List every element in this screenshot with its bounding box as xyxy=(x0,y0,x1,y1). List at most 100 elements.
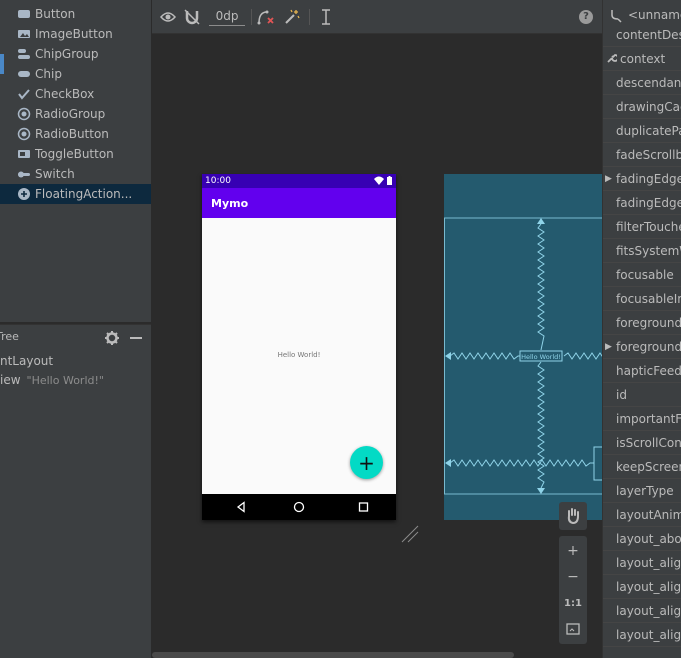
attribute-name: focusableInT xyxy=(616,292,681,306)
tree-row-detail: "Hello World!" xyxy=(26,374,104,387)
palette-item-label: ImageButton xyxy=(35,27,113,41)
attribute-row[interactable]: ▶ fadingEdge xyxy=(603,167,681,191)
palette-item-label: CheckBox xyxy=(35,87,95,101)
blueprint-preview[interactable]: Hello World! xyxy=(444,174,602,520)
button-icon xyxy=(17,7,31,21)
attribute-row[interactable]: foreground xyxy=(603,311,681,335)
attributes-panel: <unnamed> contentDesc context descendantF d… xyxy=(602,0,681,658)
palette-panel: Button ImageButton ChipGroup Chip CheckB… xyxy=(0,0,152,322)
help-icon[interactable]: ? xyxy=(579,10,593,24)
app-bar: Mymo xyxy=(202,188,396,218)
toggle-button-icon xyxy=(17,147,31,161)
attribute-row[interactable]: focusable xyxy=(603,263,681,287)
magnet-off-icon[interactable] xyxy=(183,8,201,26)
attribute-row[interactable]: isScrollCont xyxy=(603,431,681,455)
attribute-row[interactable]: layoutAnima xyxy=(603,503,681,527)
zoom-out-button[interactable]: − xyxy=(559,564,587,590)
attribute-row[interactable]: fadeScrollba xyxy=(603,143,681,167)
minimize-icon[interactable] xyxy=(130,337,142,339)
switch-icon xyxy=(17,167,31,181)
attribute-row[interactable]: layout_abov xyxy=(603,527,681,551)
design-preview[interactable]: 10:00 Mymo Hello World! + xyxy=(202,174,396,520)
palette-item-chip[interactable]: Chip xyxy=(0,64,152,84)
horizontal-scrollbar[interactable] xyxy=(152,652,514,658)
palette-item-radiobutton[interactable]: RadioButton xyxy=(0,124,152,144)
toolbar-separator xyxy=(251,9,252,25)
zoom-in-button[interactable]: + xyxy=(559,538,587,564)
zoom-controls: + − 1:1 xyxy=(559,536,587,644)
attribute-name: layout_align xyxy=(616,628,681,642)
attribute-name: layout_align xyxy=(616,556,681,570)
attribute-row[interactable]: ▶ foregroundC xyxy=(603,335,681,359)
attribute-row[interactable]: context xyxy=(603,47,681,71)
toolbar-separator xyxy=(309,9,310,25)
clear-constraints-icon[interactable] xyxy=(257,8,275,26)
tree-row-label: iew xyxy=(0,373,21,387)
attribute-row[interactable]: keepScreenO xyxy=(603,455,681,479)
design-surface[interactable]: 0dp ? 10:00 Mymo Hello World! + Hello Wo… xyxy=(152,0,602,658)
tree-row-textview[interactable]: iew "Hello World!" xyxy=(0,373,104,391)
attribute-row[interactable]: layout_align xyxy=(603,575,681,599)
expand-arrow-icon[interactable]: ▶ xyxy=(605,335,612,358)
palette-item-label: FloatingAction... xyxy=(35,187,133,201)
attribute-row[interactable]: contentDesc xyxy=(603,23,681,47)
magic-wand-icon[interactable] xyxy=(283,8,301,26)
hello-world-textview[interactable]: Hello World! xyxy=(202,351,396,359)
attribute-name: layout_align xyxy=(616,580,681,594)
design-toolbar: 0dp ? xyxy=(152,0,602,34)
actual-size-button[interactable]: 1:1 xyxy=(559,590,587,616)
palette-item-label: Switch xyxy=(35,167,75,181)
pan-hand-icon[interactable] xyxy=(559,502,587,530)
image-button-icon xyxy=(17,27,31,41)
palette-item-chipgroup[interactable]: ChipGroup xyxy=(0,44,152,64)
attribute-row[interactable]: focusableInT xyxy=(603,287,681,311)
attribute-row[interactable]: fitsSystemW xyxy=(603,239,681,263)
attribute-name: keepScreenO xyxy=(616,460,681,474)
palette-item-radiogroup[interactable]: RadioGroup xyxy=(0,104,152,124)
expand-arrow-icon[interactable]: ▶ xyxy=(605,167,612,190)
palette-item-floatingactionbutton[interactable]: FloatingAction... xyxy=(0,184,152,204)
eye-icon[interactable] xyxy=(159,8,177,26)
floating-action-button[interactable]: + xyxy=(350,446,383,479)
attribute-row[interactable]: hapticFeedb xyxy=(603,359,681,383)
attribute-row[interactable]: filterTouche xyxy=(603,215,681,239)
attribute-row[interactable]: fadingEdgeL xyxy=(603,191,681,215)
attribute-row[interactable]: drawingCach xyxy=(603,95,681,119)
attribute-row[interactable]: duplicatePar xyxy=(603,119,681,143)
gear-icon[interactable] xyxy=(104,330,120,346)
attribute-name: layout_abov xyxy=(616,532,681,546)
palette-item-label: Chip xyxy=(35,67,62,81)
component-tree-title: Tree xyxy=(0,330,19,343)
default-margin-field[interactable]: 0dp xyxy=(209,9,245,26)
palette-item-checkbox[interactable]: CheckBox xyxy=(0,84,152,104)
resize-handle-icon[interactable] xyxy=(400,524,420,544)
attribute-name: contentDesc xyxy=(616,28,681,42)
attribute-row[interactable]: descendantF xyxy=(603,71,681,95)
status-bar: 10:00 xyxy=(202,174,396,188)
attribute-name: layout_align xyxy=(616,604,681,618)
layout-editor: Button ImageButton ChipGroup Chip CheckB… xyxy=(0,0,681,658)
attribute-name: importantFo xyxy=(616,412,681,426)
palette-item-label: ChipGroup xyxy=(35,47,99,61)
checkbox-icon xyxy=(17,87,31,101)
guidelines-icon[interactable] xyxy=(317,8,335,26)
attribute-row[interactable]: id xyxy=(603,383,681,407)
attribute-row[interactable]: layerType xyxy=(603,479,681,503)
attribute-row[interactable]: layout_align xyxy=(603,551,681,575)
attribute-name: duplicatePar xyxy=(616,124,681,138)
palette-item-button[interactable]: Button xyxy=(0,4,152,24)
attribute-row[interactable]: layout_align xyxy=(603,623,681,647)
attribute-row[interactable]: importantFo xyxy=(603,407,681,431)
palette-item-switch[interactable]: Switch xyxy=(0,164,152,184)
palette-item-imagebutton[interactable]: ImageButton xyxy=(0,24,152,44)
tree-row-constraintlayout[interactable]: ntLayout xyxy=(0,354,53,372)
chip-group-icon xyxy=(17,47,31,61)
fab-icon xyxy=(17,187,31,201)
attribute-name: descendantF xyxy=(616,76,681,90)
attribute-row[interactable]: layout_align xyxy=(603,599,681,623)
palette-item-togglebutton[interactable]: ToggleButton xyxy=(0,144,152,164)
attribute-name: fitsSystemW xyxy=(616,244,681,258)
zoom-to-fit-button[interactable] xyxy=(559,616,587,642)
palette-item-label: RadioGroup xyxy=(35,107,106,121)
radio-group-icon xyxy=(17,107,31,121)
